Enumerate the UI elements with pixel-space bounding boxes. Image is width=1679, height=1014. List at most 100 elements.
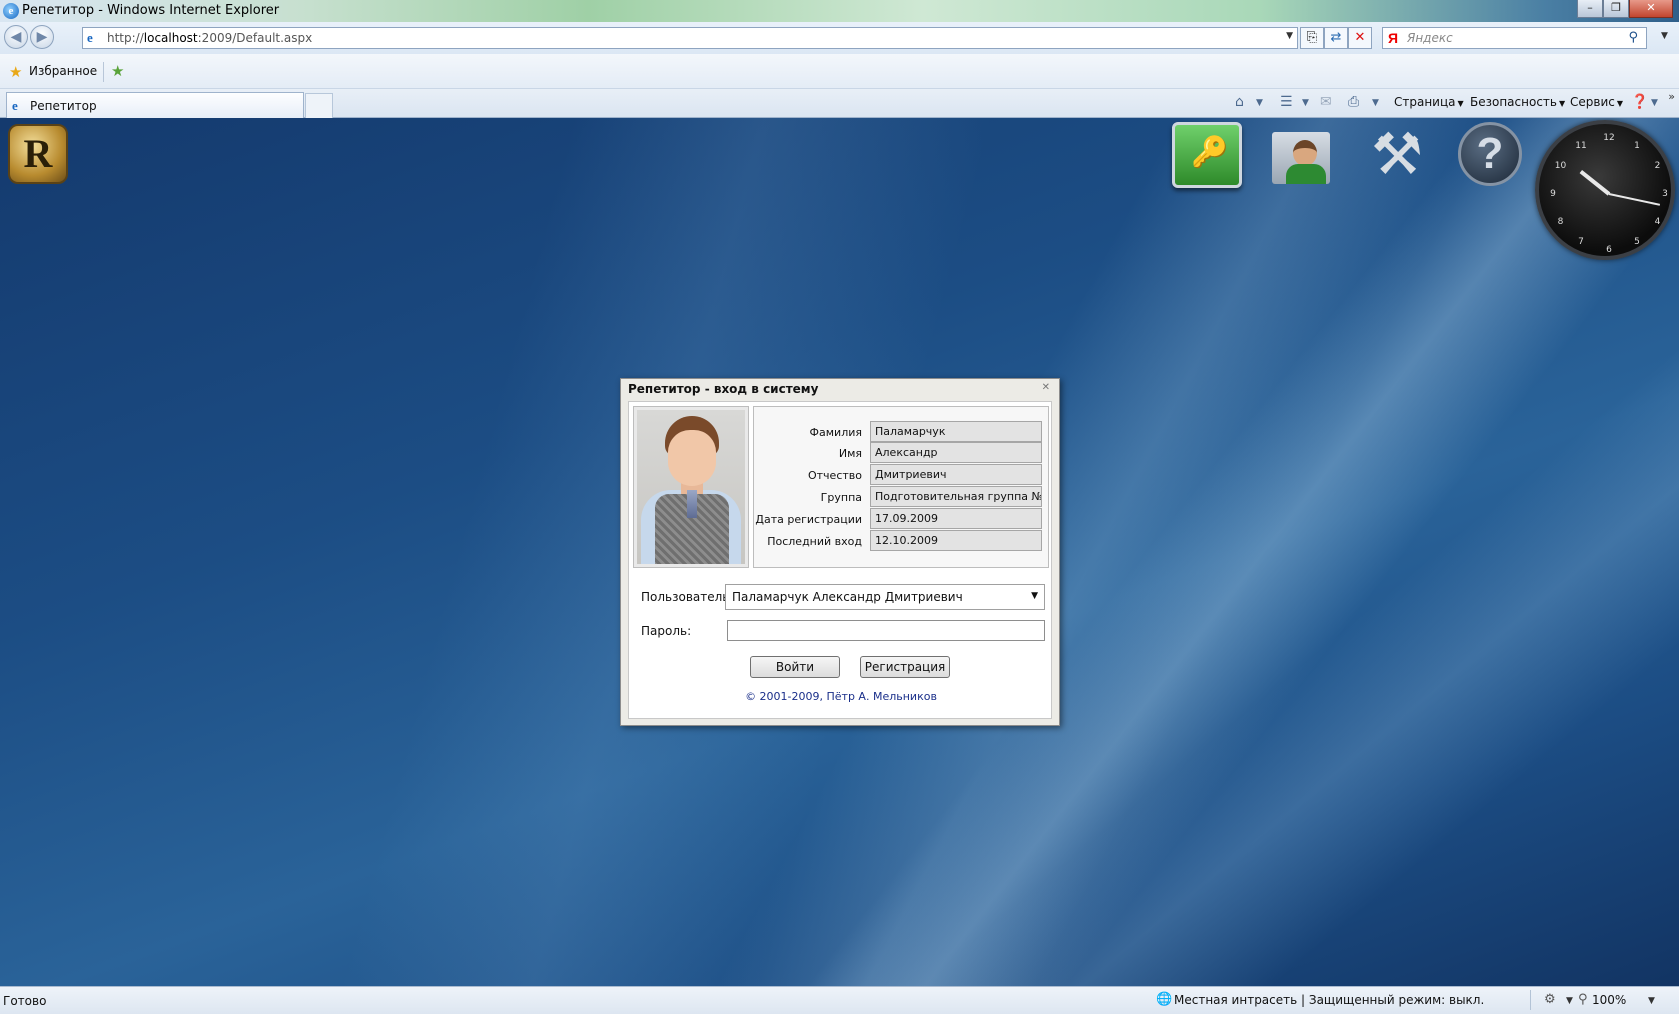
copyright-text: © 2001-2009, Пётр А. Мельников	[745, 690, 937, 703]
field-row-registration-date: Дата регистрации 17.09.2009	[755, 508, 1044, 530]
clock-number: 1	[1634, 140, 1640, 151]
dialog-title: Репетитор - вход в систему	[628, 382, 819, 396]
minimize-button[interactable]: –	[1577, 0, 1603, 18]
name-field: Александр	[870, 442, 1042, 463]
clock-number: 11	[1575, 140, 1587, 151]
password-label: Пароль:	[641, 624, 692, 638]
new-tab-button[interactable]	[305, 93, 333, 118]
settings-tools-icon[interactable]: ⚒	[1362, 122, 1432, 188]
favorites-button[interactable]: Избранное	[29, 64, 97, 78]
forward-arrow-icon[interactable]: ▶	[30, 25, 54, 49]
stop-icon[interactable]: ✕	[1348, 27, 1372, 49]
security-zone-text[interactable]: Местная интрасеть | Защищенный режим: вы…	[1174, 993, 1484, 1007]
register-button[interactable]: Регистрация	[860, 656, 950, 678]
help-dropdown-icon[interactable]: ▼	[1651, 98, 1658, 108]
feed-dropdown-icon[interactable]: ▼	[1302, 98, 1309, 108]
dialog-body: Фамилия Паламарчук Имя Александр Отчеств…	[628, 401, 1052, 719]
tools-menu[interactable]: Сервис ▼	[1570, 95, 1623, 109]
clock-number: 8	[1557, 217, 1564, 227]
back-arrow-icon[interactable]: ◀	[4, 25, 28, 49]
close-button[interactable]: ✕	[1629, 0, 1673, 18]
field-row-name: Имя Александр	[758, 442, 1044, 464]
field-row-surname: Фамилия Паламарчук	[758, 421, 1044, 443]
refresh-icon[interactable]: ⇄	[1324, 27, 1348, 49]
field-label: Фамилия	[809, 426, 862, 439]
user-select-value: Паламарчук Александр Дмитриевич	[732, 590, 963, 604]
safety-menu[interactable]: Безопасность ▼	[1470, 95, 1565, 109]
search-icon[interactable]: ⚲	[1628, 30, 1638, 45]
search-input[interactable]: Яндекс	[1407, 31, 1453, 45]
user-select[interactable]: Паламарчук Александр Дмитриевич ▼	[725, 584, 1045, 610]
protected-mode-icon[interactable]: ⚙	[1544, 992, 1556, 1007]
favorites-star-icon[interactable]: ★	[9, 63, 22, 81]
add-favorite-icon[interactable]: ★	[111, 62, 124, 80]
page-icon: e	[87, 30, 93, 45]
window-controls: – ❐ ✕	[1577, 0, 1673, 18]
field-label: Последний вход	[767, 535, 862, 548]
clock-number: 3	[1662, 189, 1668, 199]
login-button[interactable]: Войти	[750, 656, 840, 678]
address-bar[interactable]: e http://localhost:2009/Default.aspx ▼	[82, 27, 1298, 49]
address-dropdown-icon[interactable]: ▼	[1286, 31, 1293, 41]
clock-number: 10	[1554, 161, 1567, 171]
person-body	[1286, 164, 1326, 184]
favorites-bar: ★ Избранное ★	[0, 54, 1679, 89]
print-dropdown-icon[interactable]: ▼	[1372, 98, 1379, 108]
user-label: Пользователь:	[641, 590, 734, 604]
surname-field: Паламарчук	[870, 421, 1042, 442]
tab-row: e Репетитор ⌂ ▼ ☰ ▼ ✉ ⎙ ▼ Страница ▼ Безо…	[0, 89, 1679, 118]
clock-number: 9	[1550, 189, 1556, 199]
user-profile-icon[interactable]	[1268, 122, 1338, 188]
home-dropdown-icon[interactable]: ▼	[1256, 98, 1263, 108]
password-field[interactable]	[727, 620, 1045, 641]
person-head	[1293, 140, 1317, 166]
clock-number: 5	[1634, 237, 1640, 248]
dialog-close-icon[interactable]: ✕	[1042, 382, 1050, 393]
url-text[interactable]: http://localhost:2009/Default.aspx	[107, 31, 312, 45]
login-dialog: Репетитор - вход в систему ✕ Фамилия Пал…	[620, 378, 1060, 726]
globe-zone-icon: 🌐	[1156, 992, 1173, 1007]
field-label: Отчество	[807, 469, 862, 482]
clock-number: 12	[1603, 133, 1615, 143]
chevron-down-icon[interactable]: ▼	[1031, 591, 1038, 601]
clock-number: 2	[1654, 161, 1661, 171]
user-photo	[637, 410, 745, 564]
search-options-icon[interactable]: ▼	[1661, 31, 1668, 41]
tab-label: Репетитор	[30, 99, 97, 113]
page-content: R ⚒ ? 121234567891011 Репетитор - вход в…	[0, 118, 1679, 986]
home-icon[interactable]: ⌂	[1235, 94, 1244, 110]
help-menu-icon[interactable]: ❓	[1631, 94, 1648, 110]
clock-number: 4	[1654, 217, 1661, 227]
help-icon[interactable]: ?	[1458, 122, 1522, 186]
status-text: Готово	[3, 994, 47, 1008]
compatibility-view-icon[interactable]: ⎘	[1300, 27, 1324, 49]
rss-feed-icon[interactable]: ☰	[1280, 94, 1293, 110]
navigation-bar: ◀ ▶ e http://localhost:2009/Default.aspx…	[0, 22, 1679, 54]
window-title: Репетитор - Windows Internet Explorer	[22, 3, 280, 18]
zoom-level[interactable]: 100%	[1592, 993, 1626, 1007]
protected-mode-dropdown-icon[interactable]: ▼	[1566, 996, 1573, 1006]
field-label: Дата регистрации	[755, 513, 862, 526]
clock-number: 7	[1578, 237, 1584, 248]
zoom-icon[interactable]: ⚲	[1578, 992, 1588, 1007]
app-logo-icon[interactable]: R	[8, 124, 68, 184]
search-box[interactable]: Я Яндекс ⚲	[1382, 27, 1647, 49]
mail-icon[interactable]: ✉	[1320, 94, 1332, 110]
patronymic-field: Дмитриевич	[870, 464, 1042, 485]
page-menu[interactable]: Страница ▼	[1394, 95, 1464, 109]
login-icon[interactable]	[1172, 122, 1242, 188]
field-label: Имя	[838, 447, 862, 460]
clock-number: 6	[1606, 245, 1612, 255]
status-bar: Готово 🌐 Местная интрасеть | Защищенный …	[0, 986, 1679, 1014]
last-login-field: 12.10.2009	[870, 530, 1042, 551]
ie-app-icon: e	[3, 3, 19, 19]
maximize-button[interactable]: ❐	[1603, 0, 1629, 18]
yandex-icon: Я	[1388, 30, 1399, 46]
tab-repetitor[interactable]: e Репетитор	[6, 92, 304, 118]
print-icon[interactable]: ⎙	[1348, 94, 1359, 110]
zoom-dropdown-icon[interactable]: ▼	[1648, 996, 1655, 1006]
more-commands-icon[interactable]: »	[1668, 90, 1675, 103]
clock-hour-hand	[1579, 170, 1611, 196]
registration-date-field: 17.09.2009	[870, 508, 1042, 529]
clock-minute-hand	[1608, 193, 1661, 206]
